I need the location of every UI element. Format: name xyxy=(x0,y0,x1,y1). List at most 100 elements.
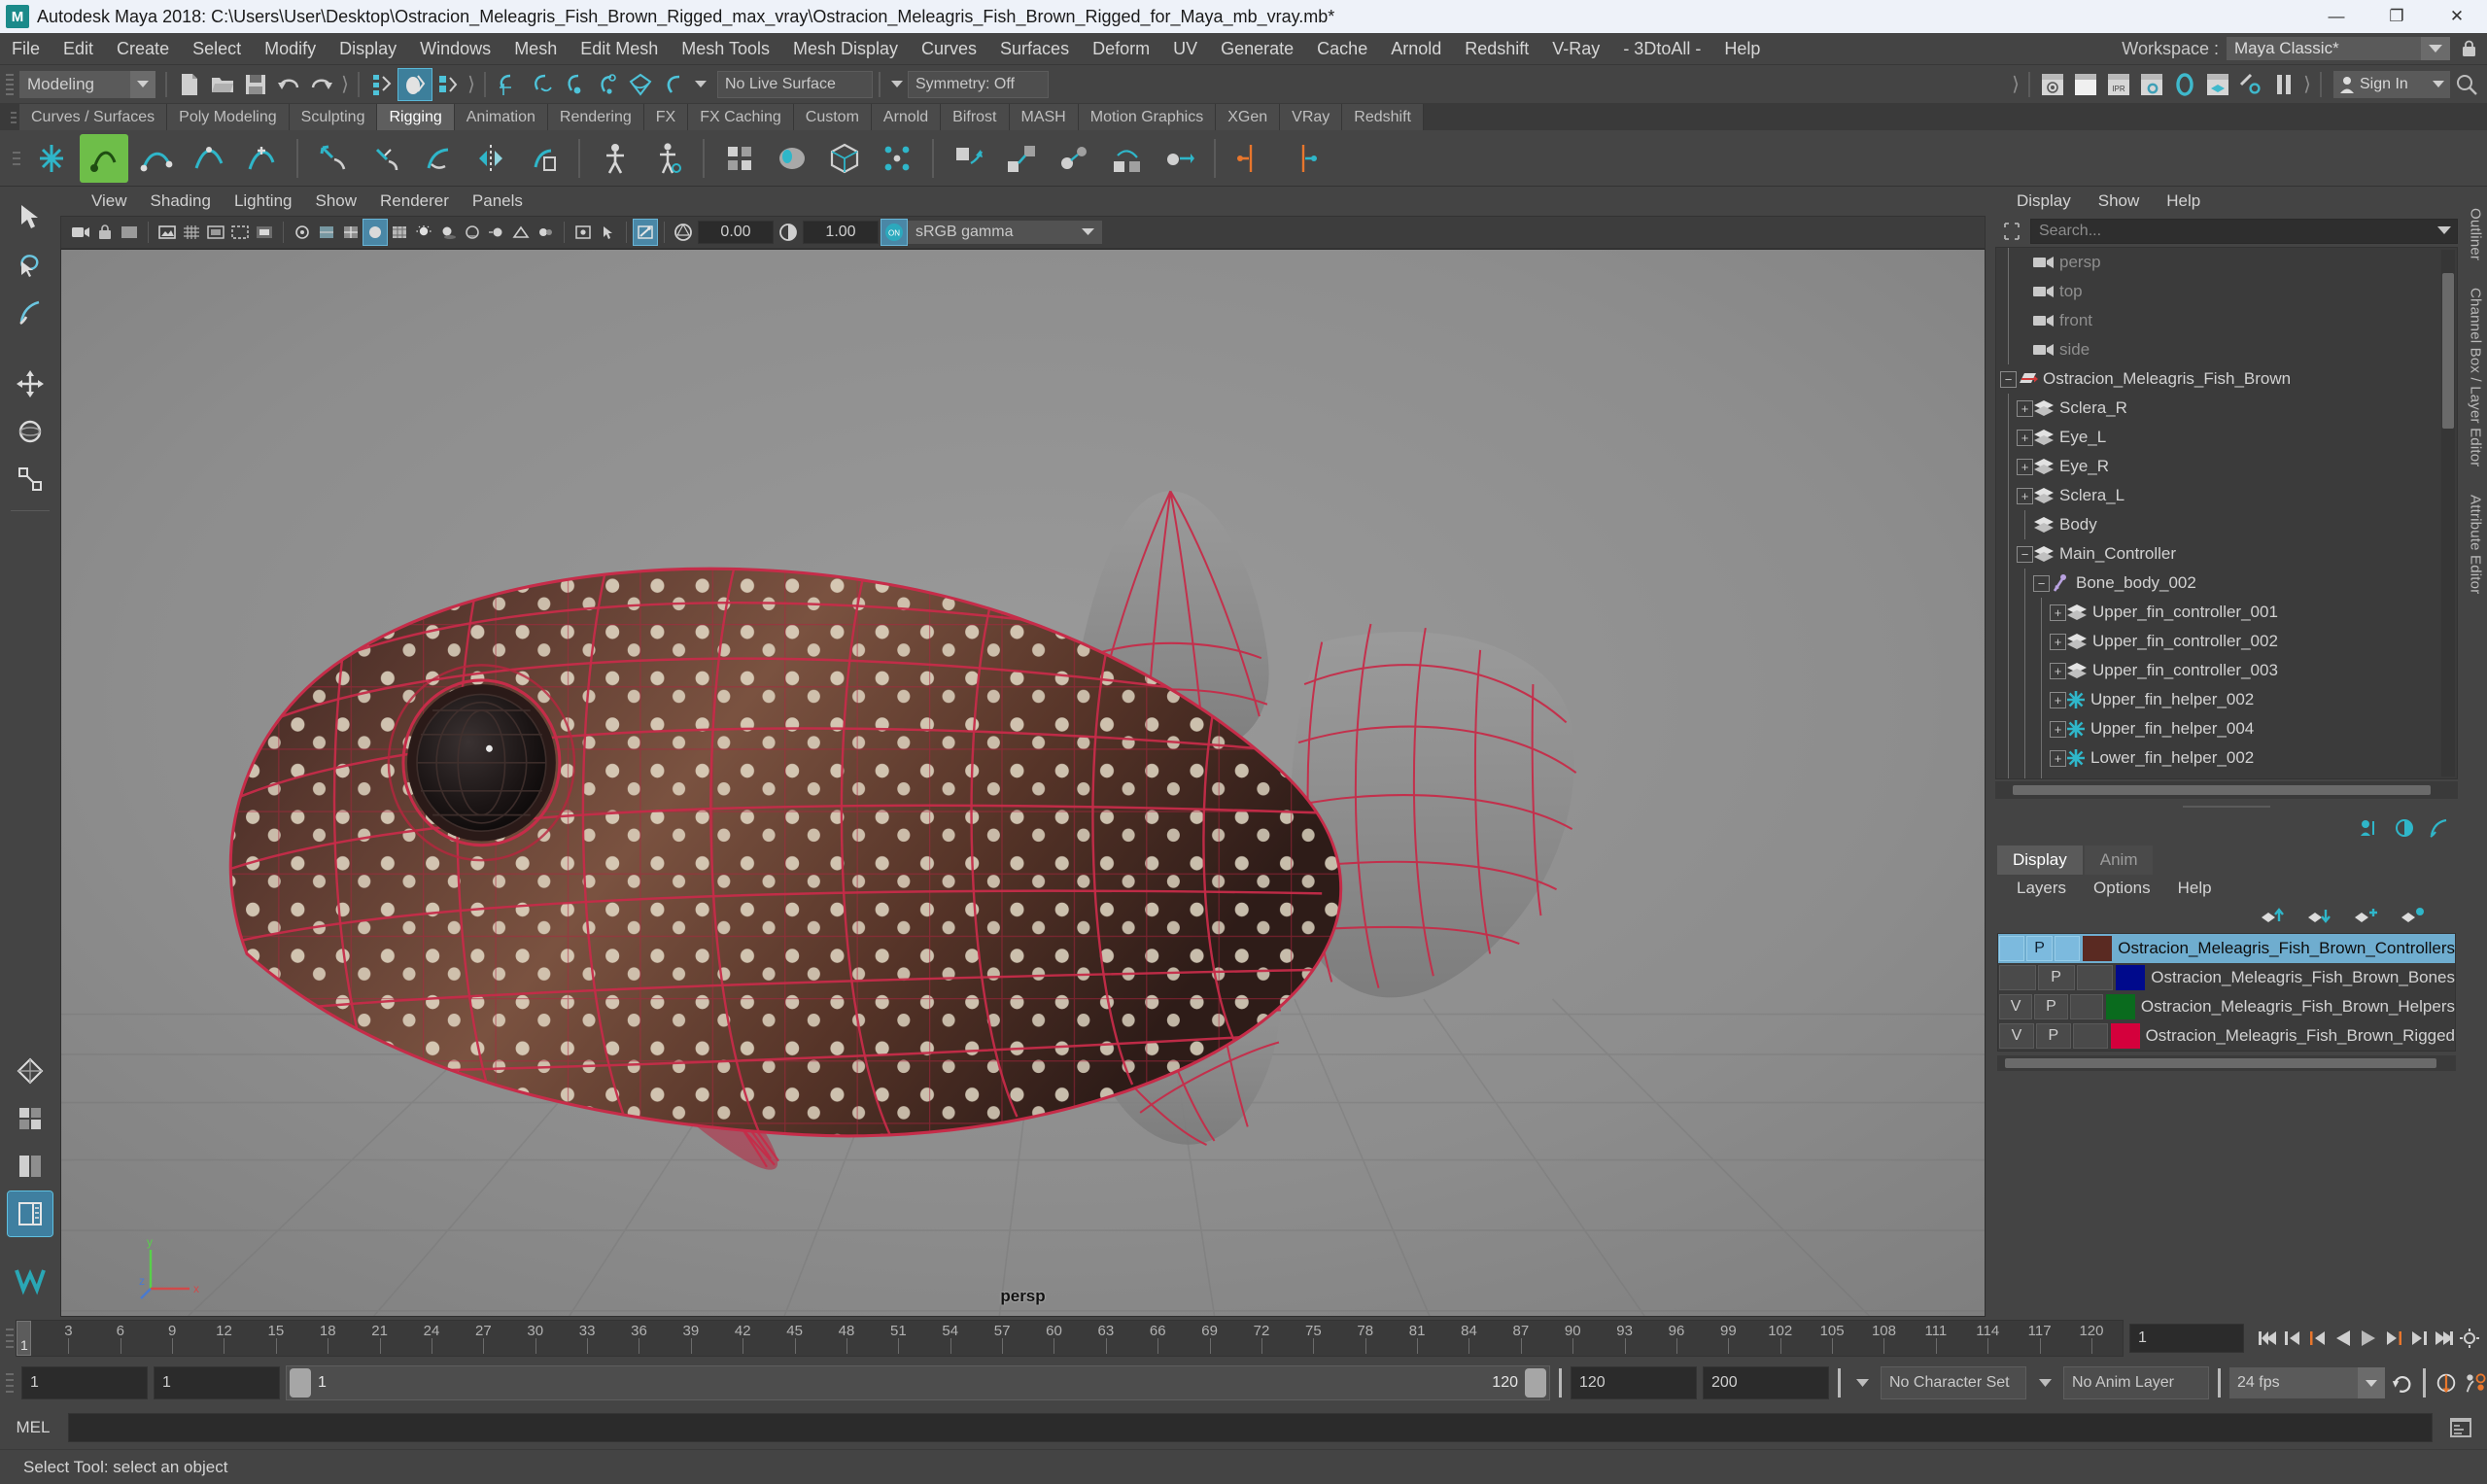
dock-divider[interactable] xyxy=(1989,799,2464,814)
outliner-item[interactable]: persp xyxy=(1996,248,2457,277)
tree-expand-icon[interactable]: + xyxy=(2017,458,2033,475)
ik-spline-handle-icon[interactable] xyxy=(132,134,181,183)
wrap-deformer-icon[interactable] xyxy=(820,134,869,183)
xray-mode-icon[interactable] xyxy=(315,220,338,245)
menu-item-help[interactable]: Help xyxy=(1712,33,1772,65)
menu-item-file[interactable]: File xyxy=(0,33,52,65)
outliner-item[interactable]: + Upper_fin_controller_003 xyxy=(1996,656,2457,685)
menu-item-display[interactable]: Display xyxy=(328,33,408,65)
layer-color-swatch[interactable] xyxy=(2116,965,2146,990)
viewport-renderer-icon[interactable] xyxy=(571,220,595,245)
outliner-item[interactable]: + Upper_fin_controller_002 xyxy=(1996,627,2457,656)
play-forwards-button[interactable] xyxy=(2357,1324,2380,1353)
menu-item-create[interactable]: Create xyxy=(105,33,181,65)
layer-tab-anim[interactable]: Anim xyxy=(2084,846,2154,875)
view-transform-toggle-icon[interactable]: ON xyxy=(881,219,908,246)
outliner-horizontal-scrollbar[interactable] xyxy=(1995,781,2458,799)
redo-icon[interactable] xyxy=(305,69,338,100)
humanik-icon[interactable] xyxy=(591,134,639,183)
shelf-tab-fx[interactable]: FX xyxy=(643,104,689,130)
select-camera-icon[interactable] xyxy=(69,220,92,245)
snap-to-curve-icon[interactable] xyxy=(525,69,558,100)
gamma-field[interactable]: 1.00 xyxy=(803,221,879,244)
outliner-item[interactable]: + Upper_fin_controller_001 xyxy=(1996,598,2457,627)
insert-joint-tool-icon[interactable] xyxy=(237,134,286,183)
animation-preferences-button[interactable] xyxy=(2458,1324,2481,1353)
collapse-bracket-icon[interactable]: ⟩ xyxy=(2009,72,2022,97)
help-search-icon[interactable] xyxy=(2450,69,2483,100)
undo-icon[interactable] xyxy=(272,69,305,100)
lock-icon[interactable] xyxy=(2458,37,2479,60)
shaded-mode-icon[interactable] xyxy=(363,219,388,246)
shelf-tab-fx-caching[interactable]: FX Caching xyxy=(688,104,794,130)
layer-menu-options[interactable]: Options xyxy=(2080,879,2164,898)
layer-color-swatch[interactable] xyxy=(2083,936,2113,961)
texture-mode-icon[interactable] xyxy=(388,220,411,245)
ik-handle-tool-icon[interactable] xyxy=(80,133,128,183)
shelf-tabs-grip[interactable] xyxy=(8,104,19,130)
chevron-down-icon[interactable] xyxy=(690,71,711,98)
scrollbar-thumb[interactable] xyxy=(2005,1058,2436,1068)
attribute-editor-icon[interactable] xyxy=(2429,818,2450,843)
menu-item-3dtoall[interactable]: - 3DtoAll - xyxy=(1611,33,1712,65)
orient-constraint-icon[interactable] xyxy=(1102,134,1151,183)
motion-blur-icon[interactable] xyxy=(485,220,508,245)
layer-menu-layers[interactable]: Layers xyxy=(2003,879,2080,898)
tree-expand-icon[interactable]: + xyxy=(2050,779,2066,780)
time-slider-track[interactable]: 1 3 6 9 12 15 18 21 24 27 30 33 36 39 42 45 48 51 54 57 60 6… xyxy=(16,1320,2124,1357)
layer-playback-toggle[interactable]: P xyxy=(2037,965,2075,990)
range-slider-control[interactable]: 1 120 xyxy=(286,1365,1550,1400)
tree-expand-icon[interactable]: + xyxy=(2017,487,2033,504)
symmetry-field[interactable]: Symmetry: Off xyxy=(908,70,1049,98)
lock-camera-icon[interactable] xyxy=(93,220,117,245)
menu-item-surfaces[interactable]: Surfaces xyxy=(988,33,1081,65)
outliner-item[interactable]: + Eye_L xyxy=(1996,423,2457,452)
layer-row[interactable]: P Ostracion_Meleagris_Fish_Brown_Bones xyxy=(1998,963,2455,992)
tree-collapse-icon[interactable]: − xyxy=(2000,370,2017,388)
layer-visibility-toggle[interactable]: V xyxy=(1999,994,2033,1019)
layer-display-type-toggle[interactable] xyxy=(2069,994,2103,1019)
outliner-item[interactable]: + Sclera_L xyxy=(1996,481,2457,510)
detach-skin-icon[interactable] xyxy=(362,134,410,183)
shelf-tab-sculpting[interactable]: Sculpting xyxy=(289,104,378,130)
layer-display-type-toggle[interactable] xyxy=(2072,1023,2108,1049)
render-current-frame-icon[interactable] xyxy=(2036,69,2069,100)
viewport-menu-renderer[interactable]: Renderer xyxy=(368,187,461,216)
shelf-tab-mash[interactable]: MASH xyxy=(1009,104,1079,130)
layer-row[interactable]: P Ostracion_Meleagris_Fish_Brown_Controll… xyxy=(1998,934,2455,963)
side-tab-outliner[interactable]: Outliner xyxy=(2468,194,2484,274)
screen-space-ao-icon[interactable] xyxy=(461,220,484,245)
shadows-icon[interactable] xyxy=(436,220,460,245)
snap-to-view-plane-icon[interactable] xyxy=(624,69,657,100)
outliner-item[interactable]: + Eye_R xyxy=(1996,452,2457,481)
copy-skin-weights-icon[interactable] xyxy=(519,134,568,183)
multisample-aa-icon[interactable] xyxy=(509,220,533,245)
render-view-icon[interactable] xyxy=(2201,69,2234,100)
outliner-item[interactable]: + Upper_fin_helper_004 xyxy=(1996,714,2457,743)
lighting-mode-icon[interactable] xyxy=(412,220,435,245)
layer-row[interactable]: V P Ostracion_Meleagris_Fish_Brown_Helpers xyxy=(1998,992,2455,1021)
outliner-item[interactable]: + Upper_fin_helper_002 xyxy=(1996,685,2457,714)
outliner-menu-help[interactable]: Help xyxy=(2153,191,2214,211)
point-constraint-icon[interactable] xyxy=(1050,134,1098,183)
viewport-menu-lighting[interactable]: Lighting xyxy=(223,187,304,216)
range-start-time-field[interactable]: 1 xyxy=(154,1366,280,1399)
outliner-item[interactable]: front xyxy=(1996,306,2457,335)
filter-icon[interactable] xyxy=(1999,219,2024,244)
viewport-menu-shading[interactable]: Shading xyxy=(139,187,223,216)
go-to-start-button[interactable] xyxy=(2256,1324,2279,1353)
hypershade-icon[interactable] xyxy=(2168,69,2201,100)
outliner-tree[interactable]: persp top front side − Ostracion_Meleagris_Fi… xyxy=(1995,247,2458,779)
shelf-tab-custom[interactable]: Custom xyxy=(793,104,872,130)
side-tab-channel-box-layer-editor[interactable]: Channel Box / Layer Editor xyxy=(2468,274,2484,480)
outliner-item[interactable]: + Sclera_R xyxy=(1996,394,2457,423)
pause-icon[interactable] xyxy=(2267,69,2300,100)
play-backwards-button[interactable] xyxy=(2332,1324,2355,1353)
outliner-menu-show[interactable]: Show xyxy=(2085,191,2154,211)
anim-layer-dropdown-arrow-icon[interactable] xyxy=(2032,1366,2057,1399)
layer-row[interactable]: V P Ostracion_Meleagris_Fish_Brown_Rigged xyxy=(1998,1021,2455,1051)
four-view-layout-button[interactable] xyxy=(8,1096,52,1141)
layer-playback-toggle[interactable]: P xyxy=(2035,1023,2071,1049)
snap-to-grid-icon[interactable] xyxy=(492,69,525,100)
open-scene-icon[interactable] xyxy=(206,69,239,100)
